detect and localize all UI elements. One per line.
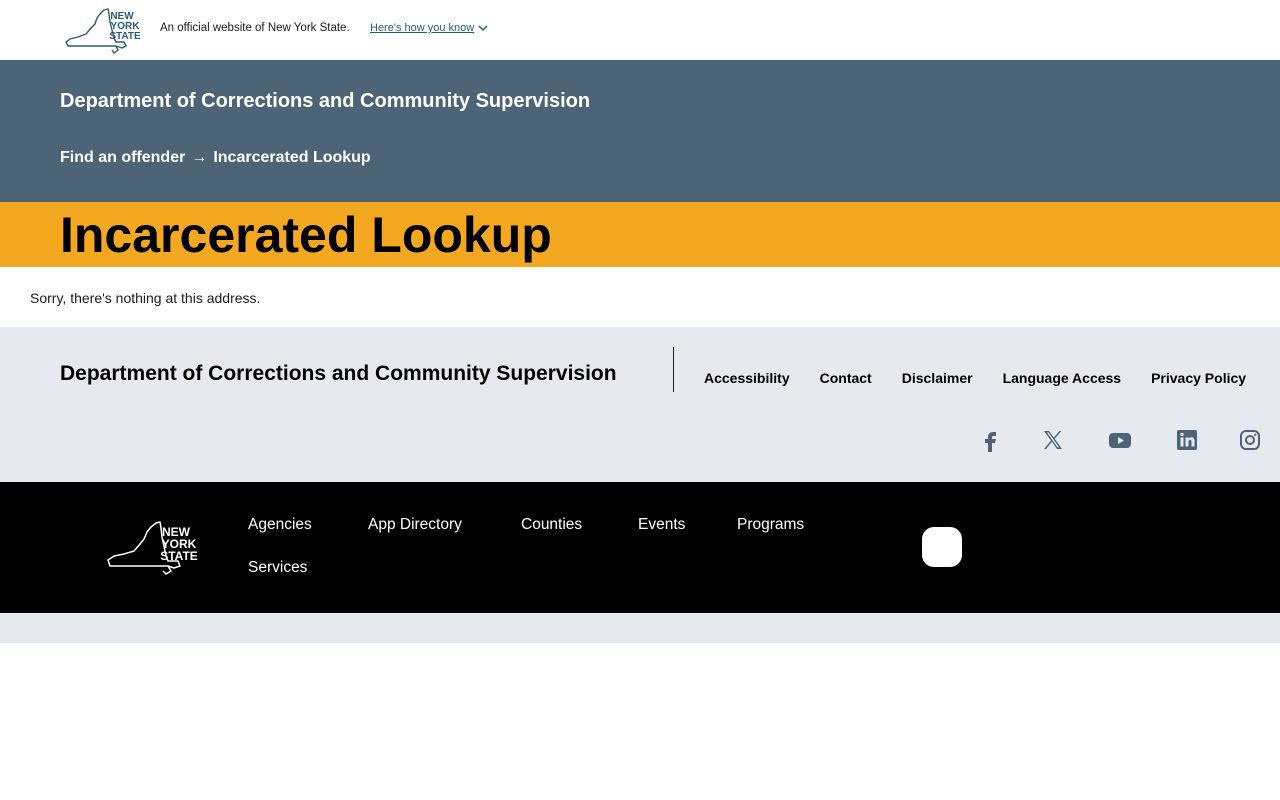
page-title: Incarcerated Lookup [60,207,552,263]
global-footer: NEW YORK STATE Agencies App Directory Co… [0,482,1280,613]
footer-link-contact[interactable]: Contact [820,370,872,386]
not-found-message: Sorry, there's nothing at this address. [30,290,261,306]
breadcrumb-separator: → [191,149,208,166]
gnav-programs[interactable]: Programs [737,516,804,534]
gnav-agencies[interactable]: Agencies [248,516,312,534]
footer-divider [673,347,674,392]
x-twitter-icon[interactable] [1040,427,1066,453]
logo-line-3: STATE [109,31,141,42]
instagram-icon[interactable] [1237,427,1263,453]
footer-link-disclaimer[interactable]: Disclaimer [902,370,973,386]
footer-link-accessibility[interactable]: Accessibility [704,370,790,386]
agency-name[interactable]: Department of Corrections and Community … [60,90,590,113]
how-you-know-label: Here's how you know [370,22,475,34]
page-title-banner: Incarcerated Lookup [0,202,1280,267]
how-you-know-link[interactable]: Here's how you know [370,22,488,34]
footer-link-privacy-policy[interactable]: Privacy Policy [1151,370,1246,386]
nys-footer-logo[interactable]: NEW YORK STATE [106,518,202,576]
footer-link-language-access[interactable]: Language Access [1003,370,1122,386]
universal-header: NEW YORK STATE An official website of Ne… [0,0,1280,60]
nys-logo[interactable]: NEW YORK STATE [64,6,144,54]
bottom-strip [0,613,1280,643]
gnav-events[interactable]: Events [638,516,685,534]
breadcrumb: Find an offender → Incarcerated Lookup [60,149,371,167]
gnav-counties[interactable]: Counties [521,516,582,534]
breadcrumb-current[interactable]: Incarcerated Lookup [213,149,370,167]
agency-header: Department of Corrections and Community … [0,60,1280,202]
global-footer-button[interactable] [922,527,962,567]
footer-links: Accessibility Contact Disclaimer Languag… [704,370,1246,386]
footer-agency-name[interactable]: Department of Corrections and Community … [60,362,617,386]
gnav-app-directory[interactable]: App Directory [368,516,462,534]
linkedin-icon[interactable] [1174,427,1200,453]
footer-logo-line-3: STATE [160,549,198,563]
official-website-text: An official website of New York State. [160,22,350,34]
facebook-icon[interactable] [978,427,1004,453]
main-content: Sorry, there's nothing at this address. [0,267,1280,327]
youtube-icon[interactable] [1107,427,1133,453]
breadcrumb-find-offender[interactable]: Find an offender [60,149,185,167]
gnav-services[interactable]: Services [248,559,307,577]
agency-footer: Department of Corrections and Community … [0,327,1280,482]
chevron-down-icon [478,25,488,32]
